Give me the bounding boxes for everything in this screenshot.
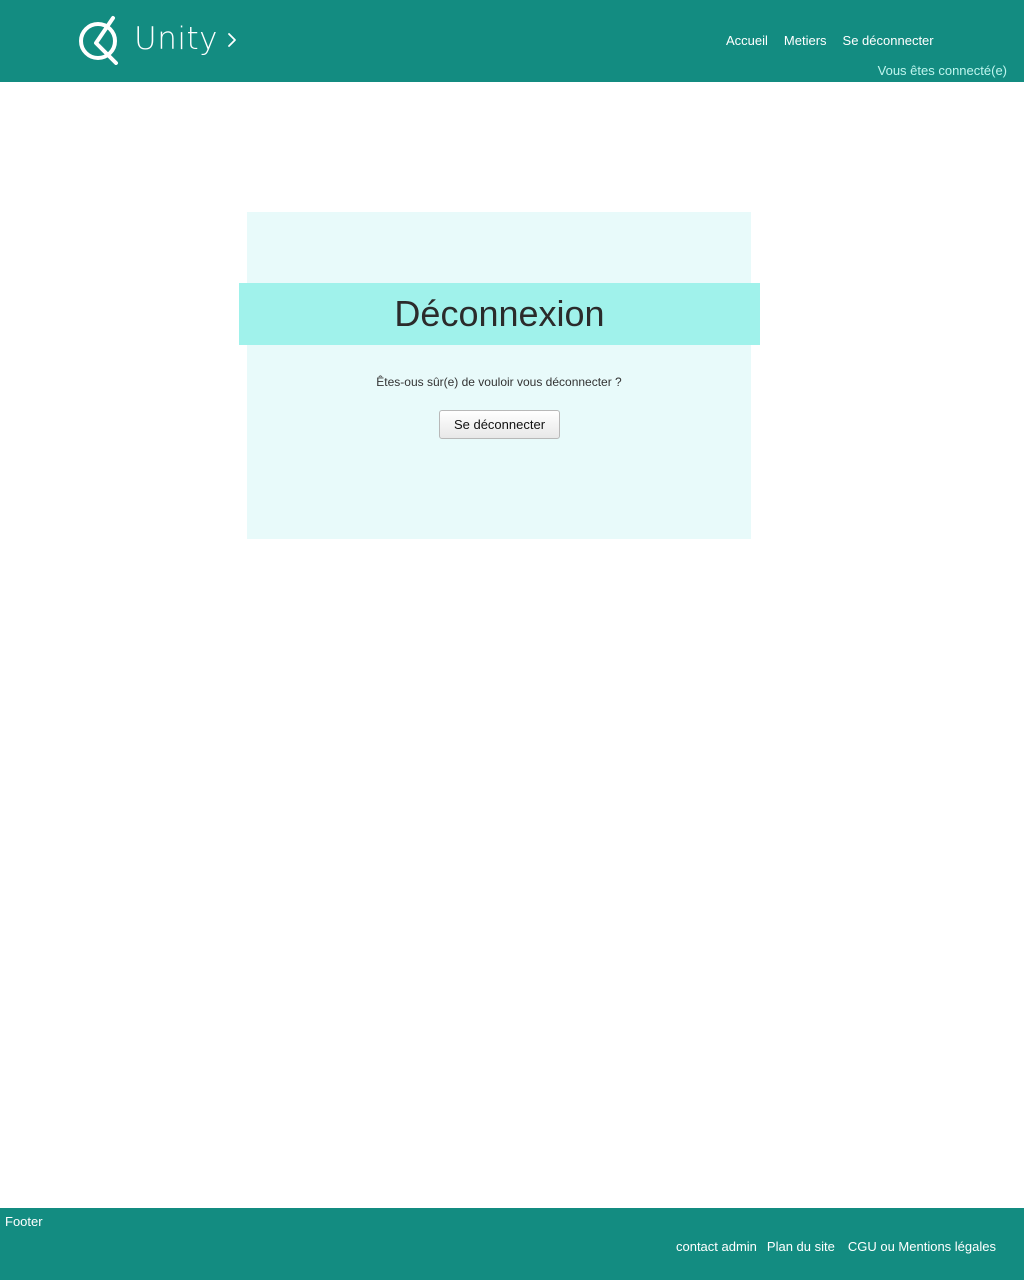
title-band: Déconnexion xyxy=(239,283,760,345)
footer-link-contact-admin[interactable]: contact admin xyxy=(676,1239,757,1254)
logo-text: Unity xyxy=(134,21,218,57)
nav-link-metiers[interactable]: Metiers xyxy=(776,33,835,48)
chevron-right-icon xyxy=(228,33,236,47)
main-nav: Accueil Metiers Se déconnecter xyxy=(718,33,942,48)
logo[interactable]: Unity xyxy=(78,14,237,66)
footer-link-legal[interactable]: CGU ou Mentions légales xyxy=(848,1239,996,1254)
footer-link-sitemap[interactable]: Plan du site xyxy=(767,1239,835,1254)
site-footer: Footer contact admin Plan du site CGU ou… xyxy=(0,1208,1024,1280)
footer-links: contact admin Plan du site CGU ou Mentio… xyxy=(676,1239,996,1254)
footer-label: Footer xyxy=(5,1214,43,1229)
page-title: Déconnexion xyxy=(394,293,605,334)
site-header: Unity Accueil Metiers Se déconnecter Vou… xyxy=(0,0,1024,82)
confirm-message: Êtes-ous sûr(e) de vouloir vous déconnec… xyxy=(376,375,622,389)
nav-link-accueil[interactable]: Accueil xyxy=(718,33,776,48)
logout-button[interactable]: Se déconnecter xyxy=(439,410,560,439)
connection-status: Vous êtes connecté(e) xyxy=(877,63,1007,78)
unity-q-icon xyxy=(79,16,118,65)
nav-link-logout[interactable]: Se déconnecter xyxy=(835,33,942,48)
